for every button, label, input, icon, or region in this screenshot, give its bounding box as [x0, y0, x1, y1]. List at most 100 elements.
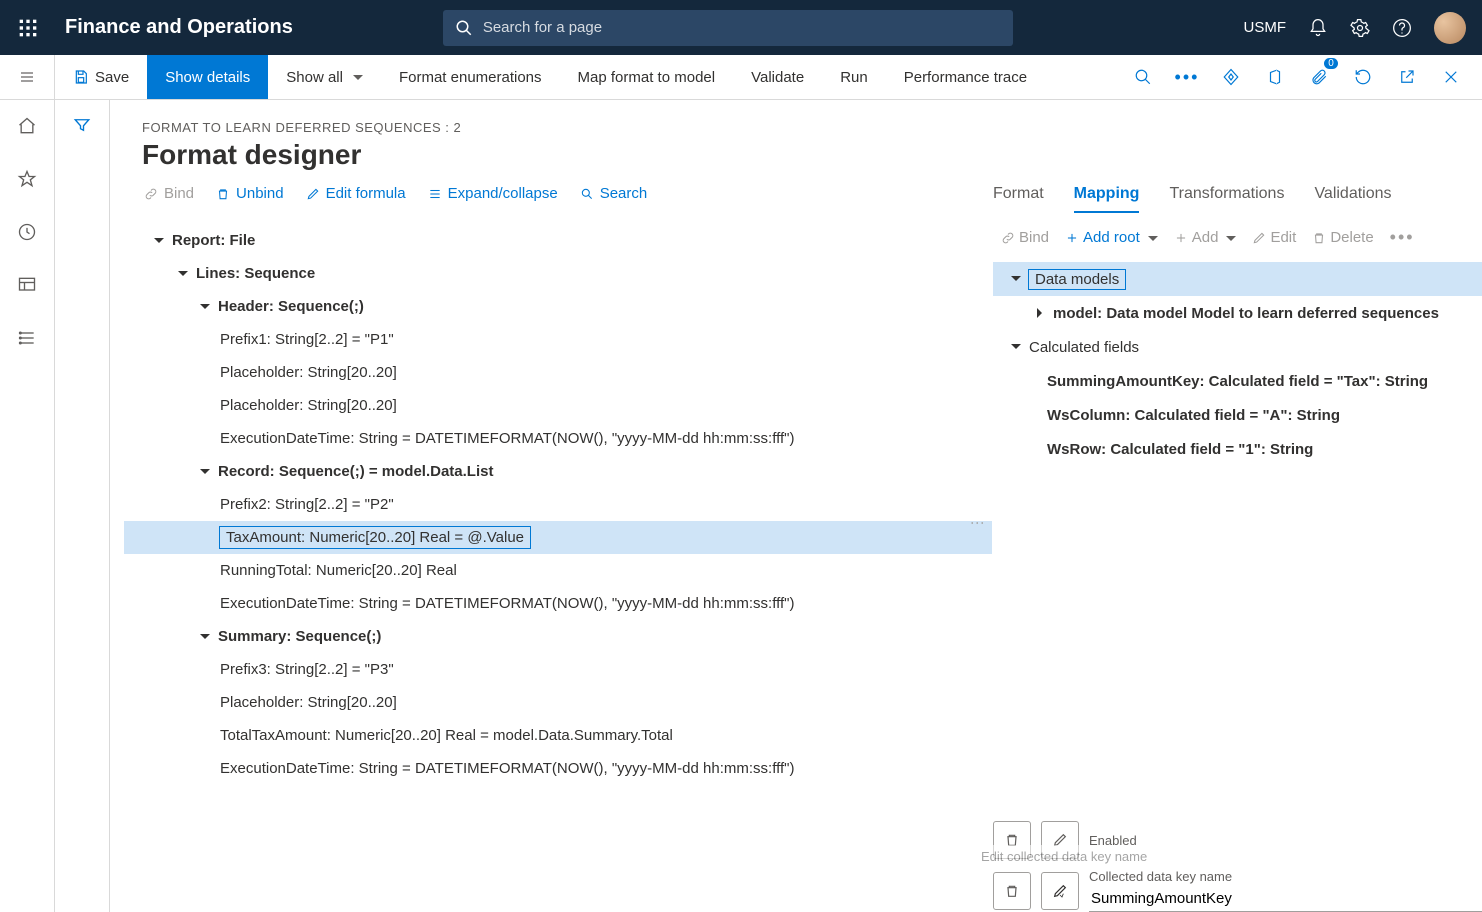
mapping-node[interactable]: WsRow: Calculated field = "1": String: [993, 432, 1482, 466]
splitter-handle[interactable]: ⋮: [970, 516, 986, 532]
map-format-to-model-button[interactable]: Map format to model: [560, 55, 734, 99]
collected-key-delete-button[interactable]: [993, 872, 1031, 910]
mapping-node[interactable]: SummingAmountKey: Calculated field = "Ta…: [993, 364, 1482, 398]
home-icon: [17, 116, 37, 136]
breadcrumb: FORMAT TO LEARN DEFERRED SEQUENCES : 2: [110, 100, 1482, 135]
tree-node-report[interactable]: Report: File: [124, 224, 992, 257]
nav-toggle-button[interactable]: [0, 55, 55, 99]
mapping-overflow-button[interactable]: •••: [1390, 227, 1415, 248]
enabled-delete-button[interactable]: [993, 821, 1031, 859]
popout-button[interactable]: [1394, 64, 1420, 90]
recent-button[interactable]: [17, 222, 37, 247]
caret-icon[interactable]: [152, 234, 166, 248]
mapping-toolbar: Bind Add root Add Edit Delete •••: [993, 213, 1482, 256]
tab-mapping[interactable]: Mapping: [1074, 185, 1140, 213]
favorites-button[interactable]: [17, 169, 37, 194]
close-button[interactable]: [1438, 64, 1464, 90]
tree-node[interactable]: Prefix1: String[2..2] = "P1": [124, 323, 992, 356]
tree-node[interactable]: Placeholder: String[20..20]: [124, 686, 992, 719]
tree-node[interactable]: Prefix3: String[2..2] = "P3": [124, 653, 992, 686]
attachments-button[interactable]: 0: [1306, 64, 1332, 90]
tab-format[interactable]: Format: [993, 185, 1044, 213]
overflow-button[interactable]: •••: [1174, 64, 1200, 90]
caret-icon[interactable]: [198, 465, 212, 479]
expand-collapse-button[interactable]: Expand/collapse: [428, 185, 558, 202]
format-tree[interactable]: Report: File Lines: Sequence Header: Seq…: [112, 212, 992, 912]
tree-node[interactable]: ExecutionDateTime: String = DATETIMEFORM…: [124, 752, 992, 785]
filter-button[interactable]: [73, 116, 91, 912]
save-button[interactable]: Save: [55, 55, 147, 99]
actionbar-search-button[interactable]: [1130, 64, 1156, 90]
unbind-button[interactable]: Unbind: [216, 185, 284, 202]
global-search-input[interactable]: [483, 19, 1001, 36]
trash-icon: [1004, 832, 1020, 848]
app-launcher-button[interactable]: [0, 18, 55, 38]
caret-icon[interactable]: [1009, 272, 1023, 286]
tab-transformations[interactable]: Transformations: [1169, 185, 1284, 213]
bind-button[interactable]: Bind: [144, 185, 194, 202]
tree-node[interactable]: ExecutionDateTime: String = DATETIMEFORM…: [124, 587, 992, 620]
run-button[interactable]: Run: [822, 55, 886, 99]
validate-button[interactable]: Validate: [733, 55, 822, 99]
power-apps-icon: [1222, 68, 1240, 86]
format-enumerations-button[interactable]: Format enumerations: [381, 55, 560, 99]
list-icon: [428, 187, 442, 201]
power-apps-button[interactable]: [1218, 64, 1244, 90]
mapping-edit-button[interactable]: Edit: [1252, 229, 1296, 246]
tree-node-lines[interactable]: Lines: Sequence: [124, 257, 992, 290]
tree-node-header[interactable]: Header: Sequence(;): [124, 290, 992, 323]
popout-icon: [1398, 68, 1416, 86]
settings-button[interactable]: [1350, 18, 1370, 38]
tree-node-summary[interactable]: Summary: Sequence(;): [124, 620, 992, 653]
add-root-button[interactable]: Add root: [1065, 229, 1158, 246]
caret-icon[interactable]: [176, 267, 190, 281]
collected-key-input[interactable]: [1089, 886, 1482, 912]
mapping-bind-button[interactable]: Bind: [1001, 229, 1049, 246]
tree-search-button[interactable]: Search: [580, 185, 648, 202]
caret-icon[interactable]: [1009, 340, 1023, 354]
tree-node[interactable]: TotalTaxAmount: Numeric[20..20] Real = m…: [124, 719, 992, 752]
add-button[interactable]: Add: [1174, 229, 1237, 246]
legal-entity[interactable]: USMF: [1244, 19, 1287, 36]
caret-icon[interactable]: [198, 300, 212, 314]
pencil-cursor-icon: [1052, 883, 1068, 899]
mapping-node-calc-fields[interactable]: Calculated fields: [993, 330, 1482, 364]
mapping-delete-button[interactable]: Delete: [1312, 229, 1373, 246]
star-icon: [17, 169, 37, 189]
mapping-node[interactable]: WsColumn: Calculated field = "A": String: [993, 398, 1482, 432]
tree-node[interactable]: Placeholder: String[20..20]: [124, 356, 992, 389]
tree-node[interactable]: RunningTotal: Numeric[20..20] Real: [124, 554, 992, 587]
home-button[interactable]: [17, 116, 37, 141]
mapping-node-model[interactable]: model: Data model Model to learn deferre…: [993, 296, 1482, 330]
office-button[interactable]: [1262, 64, 1288, 90]
pencil-icon: [306, 187, 320, 201]
show-details-button[interactable]: Show details: [147, 55, 268, 99]
tree-node-taxamount[interactable]: TaxAmount: Numeric[20..20] Real = @.Valu…: [124, 521, 992, 554]
refresh-button[interactable]: [1350, 64, 1376, 90]
collected-key-edit-button[interactable]: [1041, 872, 1079, 910]
right-tabs: Format Mapping Transformations Validatio…: [993, 171, 1482, 213]
tree-node[interactable]: ExecutionDateTime: String = DATETIMEFORM…: [124, 422, 992, 455]
tab-validations[interactable]: Validations: [1314, 185, 1391, 213]
left-rail: [0, 100, 55, 912]
mapping-tree[interactable]: Data models model: Data model Model to l…: [993, 256, 1482, 815]
help-icon: [1392, 18, 1412, 38]
workspaces-button[interactable]: [17, 275, 37, 300]
notifications-button[interactable]: [1308, 18, 1328, 38]
page-title: Format designer: [110, 135, 1482, 171]
caret-icon[interactable]: [1033, 306, 1047, 320]
mapping-node-data-models[interactable]: Data models: [993, 262, 1482, 296]
modules-button[interactable]: [17, 328, 37, 353]
help-button[interactable]: [1392, 18, 1412, 38]
tree-node[interactable]: Placeholder: String[20..20]: [124, 389, 992, 422]
tree-node-record[interactable]: Record: Sequence(;) = model.Data.List: [124, 455, 992, 488]
show-all-button[interactable]: Show all: [268, 55, 381, 99]
caret-icon[interactable]: [198, 630, 212, 644]
enabled-edit-button[interactable]: [1041, 821, 1079, 859]
global-search[interactable]: [443, 10, 1013, 46]
tree-node[interactable]: Prefix2: String[2..2] = "P2": [124, 488, 992, 521]
action-bar: Save Show details Show all Format enumer…: [0, 55, 1482, 100]
edit-formula-button[interactable]: Edit formula: [306, 185, 406, 202]
performance-trace-button[interactable]: Performance trace: [886, 55, 1045, 99]
user-avatar[interactable]: [1434, 12, 1466, 44]
